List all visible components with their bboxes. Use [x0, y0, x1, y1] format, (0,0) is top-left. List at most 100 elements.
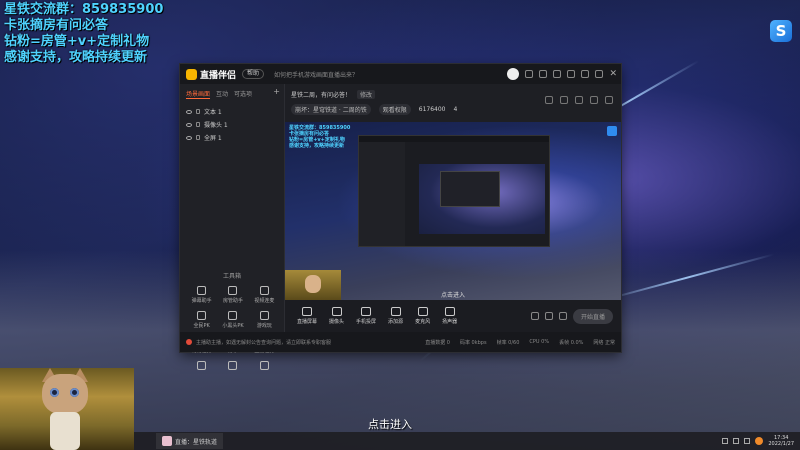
tool-pk[interactable]: 全民PK [186, 311, 217, 329]
cat-eye [70, 388, 79, 397]
maximize-icon[interactable] [595, 70, 604, 78]
app-name: 直播伴侣 [200, 70, 237, 81]
volume-icon[interactable] [744, 438, 751, 444]
tool-search[interactable] [186, 361, 217, 372]
app-logo-icon [186, 68, 197, 80]
system-tray: 17:34 2022/1/27 [722, 435, 794, 447]
taskbar-app-button[interactable]: 直播：星铁轨道 [156, 433, 224, 449]
bell-icon[interactable] [590, 96, 598, 104]
tab-scene[interactable]: 场景画面 [186, 89, 211, 99]
webcam-overlay [0, 368, 134, 450]
lock-icon[interactable] [196, 109, 200, 114]
microphone-icon [417, 307, 428, 316]
record-icon[interactable] [530, 312, 539, 320]
eye-icon[interactable] [186, 122, 192, 127]
minimize-icon[interactable] [581, 70, 590, 78]
like-count: 4 [453, 106, 458, 113]
preview-logo-icon [607, 126, 617, 136]
help-pill-button[interactable]: 帮助 [242, 69, 265, 79]
layout-icon[interactable] [545, 96, 553, 104]
tool-video-link[interactable]: 视频连麦 [249, 286, 280, 304]
title-message-link[interactable]: 如何把手机游戏画面直播出来？ [274, 70, 358, 79]
status-message[interactable]: 主播助主播，如遇无解封公告查询问题，请立即联系专职客服 [196, 339, 331, 346]
overlay-line: 钻粉=房管+v+定制礼物 [4, 34, 150, 49]
source-item[interactable]: 全屏 1 [180, 131, 284, 144]
eye-icon[interactable] [186, 109, 192, 114]
stream-title: 星铁二周，有问必答！ [291, 92, 352, 99]
stream-info-row: 崩坏：星穹铁道 · 二周的铁 观看权限 6176400 4 [291, 104, 457, 115]
microphone-button[interactable]: 麦克风 [415, 307, 430, 325]
tray-app-icon[interactable] [755, 437, 764, 445]
lock-icon[interactable] [560, 96, 568, 104]
toolbox-title: 工具箱 [222, 273, 241, 280]
nested-inner-window [441, 172, 499, 206]
tool-small-pk[interactable]: 小黑头PK [217, 311, 248, 329]
user-icon [228, 286, 238, 295]
lock-icon[interactable] [196, 135, 200, 140]
phone-cast-button[interactable]: 手机投屏 [356, 307, 376, 325]
title-bar: 直播伴侣 帮助 如何把手机游戏画面直播出来？ ✕ [180, 64, 621, 84]
tool-label: 弹幕助手 [191, 298, 212, 304]
tool-label: 全民PK [193, 323, 210, 329]
tool-car[interactable] [249, 361, 280, 372]
close-icon[interactable]: ✕ [609, 70, 617, 79]
phone-icon [361, 307, 372, 316]
room-settings-chip[interactable]: 观看权限 [378, 104, 411, 115]
network-icon[interactable] [733, 438, 740, 444]
stream-header-actions [545, 96, 613, 104]
tab-options[interactable]: 可选项 [234, 89, 252, 99]
control-label: 直播屏幕 [297, 319, 318, 325]
tool-label: 视频连麦 [254, 298, 275, 304]
clock[interactable]: 17:34 2022/1/27 [768, 435, 794, 447]
lock-icon[interactable] [196, 122, 200, 127]
gift-icon[interactable] [553, 70, 562, 78]
cat-head [42, 374, 88, 414]
screen-icon[interactable] [575, 96, 583, 104]
status-metric: 码率 0kbps [459, 339, 487, 346]
source-item[interactable]: 文本 1 [180, 105, 284, 118]
status-metric: 网络 正常 [593, 339, 615, 346]
tool-admin[interactable]: 房管助手 [217, 286, 248, 304]
edit-title-button[interactable]: 修改 [357, 90, 376, 99]
settings-icon[interactable] [558, 312, 567, 320]
play-icon [390, 307, 401, 316]
tab-interact[interactable]: 互动 [216, 89, 228, 99]
more-icon[interactable] [605, 96, 613, 104]
start-live-button[interactable]: 开始直播 [572, 308, 613, 324]
corner-logo-icon: S [770, 20, 792, 42]
streaming-app-window: 直播伴侣 帮助 如何把手机游戏画面直播出来？ ✕ 场景画面 互动 可选项 + 文… [180, 64, 621, 370]
screen-capture-button[interactable]: 直播屏幕 [297, 307, 317, 325]
stream-title-row: 星铁二周，有问必答！ 修改 [291, 90, 376, 99]
add-scene-icon[interactable]: + [273, 88, 280, 99]
speaker-button[interactable]: 扬声器 [442, 307, 457, 325]
status-metric: 直播数据 0 [425, 339, 450, 346]
eye-icon[interactable] [186, 135, 192, 140]
tool-label: 房管助手 [222, 298, 243, 304]
source-item[interactable]: 摄像头 1 [180, 118, 284, 131]
overlay-line: 卡张摘房有问必答 [4, 18, 109, 33]
camera-button[interactable]: 摄像头 [329, 307, 344, 325]
user-avatar[interactable] [507, 68, 520, 80]
circle-icon[interactable] [544, 312, 553, 320]
notification-icon[interactable] [539, 70, 548, 78]
control-label: 摄像头 [329, 319, 345, 325]
preview-overlay-line: 感谢支持，攻略持续更新 [289, 143, 345, 149]
tool-danmaku[interactable]: 弹幕助手 [186, 286, 217, 304]
stream-preview[interactable]: 星铁交流群：859835900 卡张摘房有问必答 钻粉=房管+v+定制礼物 感谢… [285, 122, 621, 300]
status-metric: 帧率 0/60 [496, 339, 520, 346]
speaker-icon [444, 307, 455, 316]
chevron-up-icon[interactable] [722, 438, 729, 444]
control-label: 添加源 [388, 319, 404, 325]
nested-capture-window [359, 136, 549, 246]
preview-overlay-text: 星铁交流群：859835900 卡张摘房有问必答 钻粉=房管+v+定制礼物 感谢… [289, 125, 350, 149]
taskbar: 直播：星铁轨道 17:34 2022/1/27 [134, 432, 800, 450]
tool-home[interactable] [217, 361, 248, 372]
tool-game[interactable]: 游戏玩 [249, 311, 280, 329]
settings-icon[interactable] [567, 70, 576, 78]
add-source-button[interactable]: 添加源 [388, 307, 403, 325]
overlay-line: 星铁交流群：859835900 [4, 2, 164, 17]
monitor-icon [302, 307, 312, 316]
message-icon[interactable] [525, 70, 534, 78]
cloud-icon [228, 311, 238, 320]
category-chip[interactable]: 崩坏：星穹铁道 · 二周的铁 [291, 104, 371, 115]
